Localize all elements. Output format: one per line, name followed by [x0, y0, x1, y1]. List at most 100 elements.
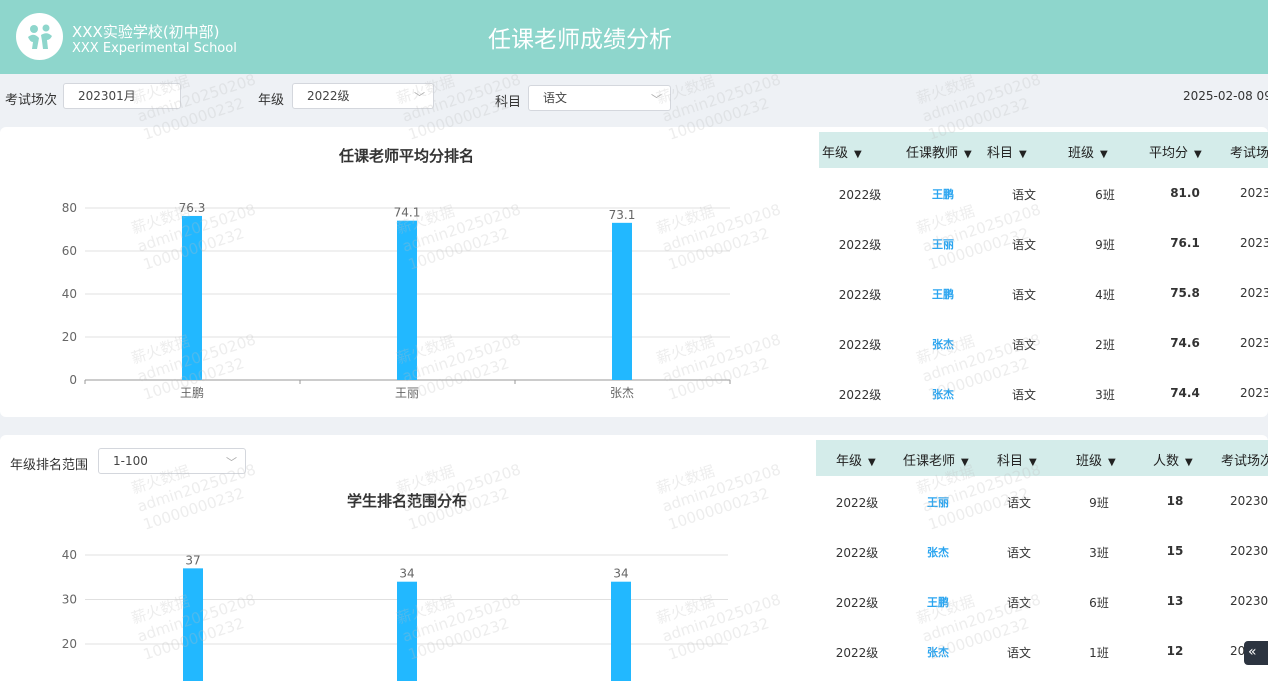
table-cell: 语文	[1011, 288, 1037, 302]
table-cell: 2022级	[838, 288, 882, 302]
watermark-text: admin20250208	[920, 70, 1043, 126]
y-tick-label: 40	[62, 548, 77, 562]
sort-down-icon: ▼	[964, 149, 972, 160]
table-cell: 75.8	[1170, 286, 1200, 300]
current-datetime: 2025-02-08 09:5	[1183, 89, 1268, 103]
teacher-link[interactable]: 张杰	[932, 336, 954, 352]
col-header-grade[interactable]: 年级 ▼	[822, 142, 862, 161]
col-header-class[interactable]: 班级 ▼	[1076, 450, 1116, 469]
col-header-exam[interactable]: 考试场次	[1221, 450, 1268, 469]
bar[interactable]	[612, 222, 632, 380]
x-category-label: 张杰	[610, 386, 634, 400]
teacher-link[interactable]: 张杰	[927, 544, 949, 560]
teacher-link[interactable]: 张杰	[932, 386, 954, 402]
table-cell: 13	[1166, 594, 1184, 608]
sort-down-icon: ▼	[1019, 149, 1027, 160]
sort-down-icon: ▼	[961, 457, 969, 468]
page-title: 任课老师成绩分析	[488, 27, 672, 53]
col-header-teacher[interactable]: 任课老师 ▼	[903, 450, 969, 469]
exam-select[interactable]: 202301月	[63, 83, 181, 109]
table-cell: 202301	[1230, 594, 1268, 608]
table-cell: 9班	[1089, 496, 1109, 510]
watermark-text: admin20250208	[660, 70, 783, 126]
rank-range-table: 年级 ▼ 任课老师 ▼ 科目 ▼ 班级 ▼ 人数 ▼ 考试场次 2022级 王丽 语文 9班 18…	[816, 440, 1268, 681]
sort-down-icon: ▼	[1108, 457, 1116, 468]
col-header-grade[interactable]: 年级 ▼	[836, 450, 876, 469]
teacher-link[interactable]: 王丽	[932, 236, 954, 252]
table-cell: 20	[1230, 644, 1246, 658]
table-cell: 202301	[1230, 494, 1268, 508]
teacher-link[interactable]: 王丽	[927, 494, 949, 510]
bar[interactable]	[183, 568, 203, 681]
table-cell: 3班	[1095, 388, 1115, 402]
col-header-exam[interactable]: 考试场	[1230, 142, 1268, 161]
teacher-link[interactable]: 王鹏	[927, 594, 949, 610]
table-cell: 20230	[1240, 286, 1268, 300]
subject-filter-label: 科目	[495, 95, 522, 110]
teacher-link[interactable]: 张杰	[927, 644, 949, 660]
bar[interactable]	[182, 215, 202, 380]
bar[interactable]	[611, 581, 631, 681]
bar-value-label: 34	[399, 567, 414, 581]
table-cell: 语文	[1011, 238, 1037, 252]
table-cell: 20230	[1240, 336, 1268, 350]
table-cell: 18	[1166, 494, 1184, 508]
table-cell: 12	[1166, 644, 1184, 658]
teacher-link[interactable]: 王鹏	[932, 286, 954, 302]
table-cell: 2022级	[835, 496, 879, 510]
grade-filter-label: 年级	[258, 93, 285, 108]
bar[interactable]	[397, 581, 417, 681]
sort-down-icon: ▼	[1194, 149, 1202, 160]
bar-value-label: 76.3	[179, 201, 206, 215]
col-header-subject[interactable]: 科目 ▼	[987, 142, 1027, 161]
chevron-down-icon: ﹀	[414, 91, 425, 104]
header-bar: XXX实验学校(初中部) XXX Experimental School 任课老…	[0, 0, 1268, 74]
subject-select[interactable]: 语文 ﹀	[528, 85, 671, 111]
col-header-count[interactable]: 人数 ▼	[1153, 450, 1193, 469]
table-cell: 2022级	[835, 596, 879, 610]
avg-score-table: 年级 ▼ 任课教师 ▼ 科目 ▼ 班级 ▼ 平均分 ▼ 考试场 2022级 王鹏 语文 6班 81…	[819, 132, 1268, 412]
x-category-label: 王鹏	[180, 386, 204, 400]
x-category-label: 王丽	[395, 386, 419, 400]
subject-select-value: 语文	[543, 91, 568, 105]
table-cell: 6班	[1089, 596, 1109, 610]
table-cell: 76.1	[1170, 236, 1200, 250]
teacher-link[interactable]: 王鹏	[932, 186, 954, 202]
table-cell: 语文	[1011, 338, 1037, 352]
exam-select-value: 202301月	[78, 89, 136, 103]
table-cell: 2022级	[835, 646, 879, 660]
y-tick-label: 0	[69, 373, 77, 387]
table-cell: 3班	[1089, 546, 1109, 560]
collapse-button[interactable]: «	[1244, 641, 1268, 665]
bar[interactable]	[397, 220, 417, 380]
table-cell: 20230	[1240, 386, 1268, 400]
y-tick-label: 60	[62, 244, 77, 258]
bar-value-label: 37	[185, 553, 200, 567]
table-cell: 202301	[1230, 544, 1268, 558]
table-cell: 20230	[1240, 236, 1268, 250]
table-cell: 74.4	[1170, 386, 1200, 400]
table-cell: 语文	[1006, 646, 1032, 660]
table-cell: 74.6	[1170, 336, 1200, 350]
table-cell: 语文	[1011, 388, 1037, 402]
bar-value-label: 34	[613, 567, 628, 581]
table-cell: 语文	[1006, 596, 1032, 610]
table-header: 年级 ▼ 任课老师 ▼ 科目 ▼ 班级 ▼ 人数 ▼ 考试场次	[816, 440, 1268, 476]
col-header-teacher[interactable]: 任课教师 ▼	[906, 142, 972, 161]
grade-select[interactable]: 2022级 ﹀	[292, 83, 434, 109]
table-cell: 语文	[1006, 546, 1032, 560]
table-cell: 语文	[1006, 496, 1032, 510]
col-header-class[interactable]: 班级 ▼	[1068, 142, 1108, 161]
col-header-avg-score[interactable]: 平均分 ▼	[1149, 142, 1202, 161]
table-cell: 81.0	[1170, 186, 1200, 200]
table-cell: 2022级	[838, 338, 882, 352]
avg-score-chart: 0 20 40 60 80 76.3 王鹏 74.1 王丽 73.1 张杰	[62, 201, 731, 400]
exam-filter-label: 考试场次	[5, 93, 58, 108]
table-cell: 15	[1166, 544, 1184, 558]
y-tick-label: 80	[62, 201, 77, 215]
table-cell: 2022级	[838, 388, 882, 402]
bar-value-label: 74.1	[394, 206, 421, 220]
rank-range-panel: 年级排名范围 1-100 ﹀ 学生排名范围分布 20 30 40 37 34 34 年级 ▼…	[0, 435, 1268, 681]
col-header-subject[interactable]: 科目 ▼	[997, 450, 1037, 469]
sort-down-icon: ▼	[1100, 149, 1108, 160]
